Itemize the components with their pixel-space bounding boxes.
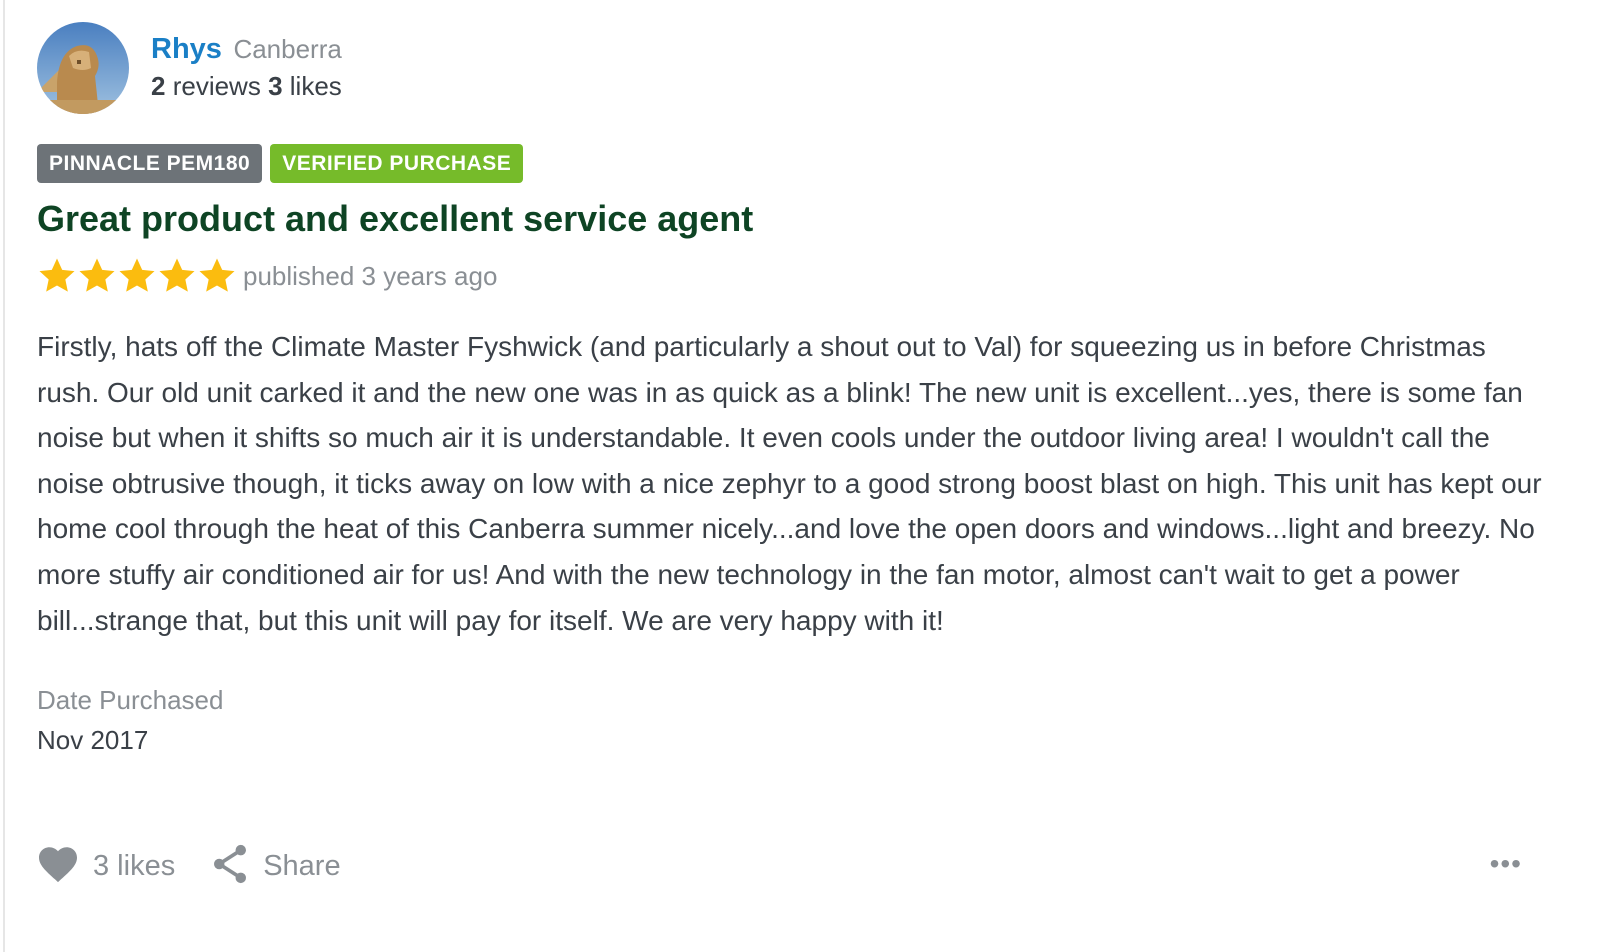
star-icon [39,258,75,292]
reviewer-info: Rhys Canberra 2 reviews 3 likes [151,22,342,104]
like-button[interactable]: 3 likes [37,845,175,888]
verified-purchase-badge: VERIFIED PURCHASE [270,144,524,183]
star-icon [119,258,155,292]
share-icon [211,844,249,889]
published-date: published 3 years ago [243,260,498,291]
star-icon [199,258,235,292]
product-model-badge: PINNACLE PEM180 [37,144,263,183]
date-purchased-label: Date Purchased [37,685,224,716]
like-count: 3 [268,71,283,101]
reviewer-header: Rhys Canberra 2 reviews 3 likes [37,22,1557,116]
likes-label: likes [289,71,342,101]
star-icon [159,258,195,292]
ellipsis-icon[interactable]: ••• [1490,850,1522,878]
review-actions: 3 likes Share ••• [37,844,1557,888]
badge-row: PINNACLE PEM180 VERIFIED PURCHASE [37,144,1557,184]
review-body: Firstly, hats off the Climate Master Fys… [37,331,1542,636]
rating-row: published 3 years ago [37,252,1557,300]
reviewer-name-link[interactable]: Rhys [151,33,222,65]
reviewer-avatar[interactable] [37,22,129,114]
review-count: 2 [151,71,166,101]
heart-icon [37,845,79,888]
review-card: Rhys Canberra 2 reviews 3 likes PINNACLE… [37,22,1557,883]
likes-count-label: 3 likes [93,849,176,882]
reviewer-location: Canberra [233,34,342,64]
review-title: Great product and excellent service agen… [37,198,754,239]
card-left-border [3,0,5,952]
star-rating [37,255,237,297]
date-purchased-value: Nov 2017 [37,725,149,756]
reviewer-stats: 2 reviews 3 likes [151,68,342,104]
star-icon [79,258,115,292]
reviews-label: reviews [172,71,261,101]
share-label: Share [263,849,341,882]
reviewer-name-line: Rhys Canberra [151,32,342,66]
share-button[interactable]: Share [211,844,341,889]
